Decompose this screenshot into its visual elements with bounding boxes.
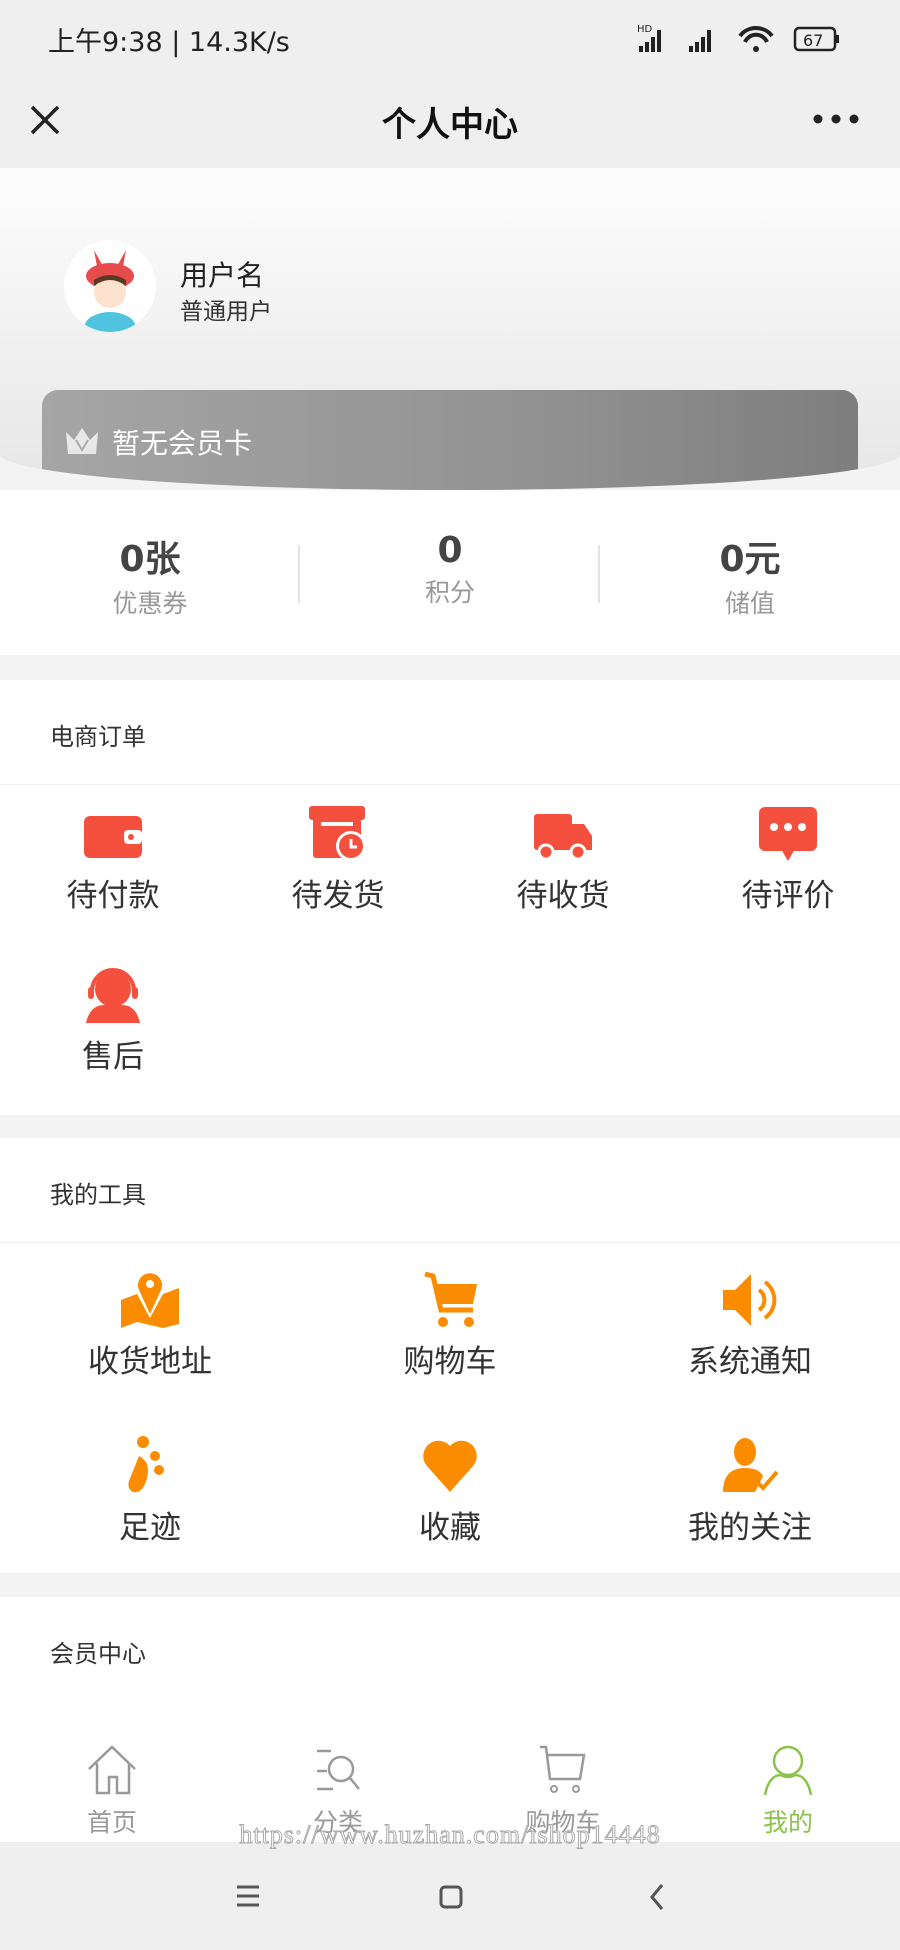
item-label: 收藏: [419, 1510, 481, 1546]
menu-icon[interactable]: [235, 1884, 261, 1908]
avatar-image: [84, 250, 136, 332]
user-check-icon: [723, 1438, 779, 1492]
footprint-icon: [128, 1436, 164, 1493]
cart-outline-icon: [540, 1745, 586, 1793]
category-search-icon: [317, 1749, 360, 1791]
watermark: https://www.huzhan.com/ishop14448: [239, 1820, 661, 1850]
truck-icon: [534, 814, 592, 861]
user-role: 普通用户: [180, 299, 272, 325]
member-card[interactable]: 暂无会员卡: [42, 390, 858, 490]
section-title: 会员中心: [50, 1640, 146, 1668]
tools-section: 我的工具 收货地址 购物车 系统通知 足迹 收藏 我的关注: [0, 1138, 900, 1573]
order-after-sales[interactable]: 售后: [38, 965, 188, 1076]
status-time: 上午9:38 | 14.3K/s: [48, 27, 290, 58]
comment-icon: [759, 807, 817, 861]
item-label: 待发货: [291, 878, 385, 914]
package-clock-icon: [309, 806, 366, 861]
status-icons: HD 67: [637, 24, 839, 52]
tool-notifications[interactable]: 系统通知: [675, 1270, 825, 1381]
tool-address[interactable]: 收货地址: [75, 1270, 225, 1381]
speaker-icon: [723, 1274, 777, 1326]
stat-coupons[interactable]: 0张优惠券: [0, 530, 300, 620]
battery-level: 67: [803, 31, 823, 50]
order-pending-payment[interactable]: 待付款: [38, 810, 188, 915]
nav-header: 个人中心: [0, 75, 900, 168]
order-pending-review[interactable]: 待评价: [713, 805, 863, 915]
item-label: 我的关注: [688, 1510, 812, 1546]
order-pending-shipment[interactable]: 待发货: [263, 804, 413, 915]
stat-balance[interactable]: 0元储值: [600, 530, 900, 620]
status-bar: 上午9:38 | 14.3K/s HD 67: [0, 0, 900, 75]
item-label: 系统通知: [688, 1344, 812, 1380]
profile-header: 用户名 普通用户 暂无会员卡: [0, 168, 900, 490]
home-icon: [88, 1745, 136, 1795]
tool-cart[interactable]: 购物车: [375, 1270, 525, 1381]
item-label: 购物车: [403, 1344, 497, 1380]
tool-footprints[interactable]: 足迹: [75, 1436, 225, 1547]
stat-label: 积分: [424, 578, 475, 607]
user-icon: [763, 1745, 813, 1796]
item-label: 待评价: [741, 878, 835, 914]
order-pending-receipt[interactable]: 待收货: [488, 810, 638, 915]
section-title: 我的工具: [0, 1138, 900, 1243]
page-title: 个人中心: [382, 105, 518, 145]
cart-icon: [424, 1271, 477, 1327]
stat-value: 0元: [719, 539, 781, 580]
stat-points[interactable]: 0 积分: [300, 530, 600, 609]
item-label: 足迹: [119, 1510, 181, 1546]
item-label: 待付款: [66, 878, 160, 914]
item-label: 收货地址: [88, 1344, 212, 1380]
member-section: 会员中心: [0, 1597, 900, 1705]
stat-value: 0: [437, 530, 463, 571]
tool-following[interactable]: 我的关注: [675, 1436, 825, 1547]
stat-label: 储值: [724, 589, 775, 618]
stat-value: 0张: [119, 539, 181, 580]
stat-label: 优惠券: [112, 589, 188, 618]
tool-favorites[interactable]: 收藏: [375, 1436, 525, 1547]
crown-icon: [66, 428, 98, 454]
section-title: 电商订单: [0, 680, 900, 785]
system-navigation-bar: [0, 1842, 900, 1950]
more-icon[interactable]: [812, 111, 860, 127]
avatar[interactable]: [64, 240, 156, 332]
back-icon[interactable]: [648, 1882, 666, 1912]
stats-panel: 0张优惠券 0 积分 0元储值: [0, 490, 900, 655]
wallet-icon: [84, 816, 142, 858]
home-button-icon[interactable]: [438, 1884, 464, 1910]
member-card-text: 暂无会员卡: [112, 427, 253, 460]
username: 用户名: [180, 259, 265, 292]
heart-icon: [423, 1440, 477, 1492]
customer-service-icon: [86, 968, 140, 1023]
map-pin-icon: [121, 1273, 179, 1328]
network-label: HD: [637, 24, 653, 35]
item-label: 售后: [82, 1039, 144, 1075]
item-label: 待收货: [516, 878, 610, 914]
orders-section: 电商订单 待付款 待发货 待收货 待评价 售后: [0, 680, 900, 1115]
